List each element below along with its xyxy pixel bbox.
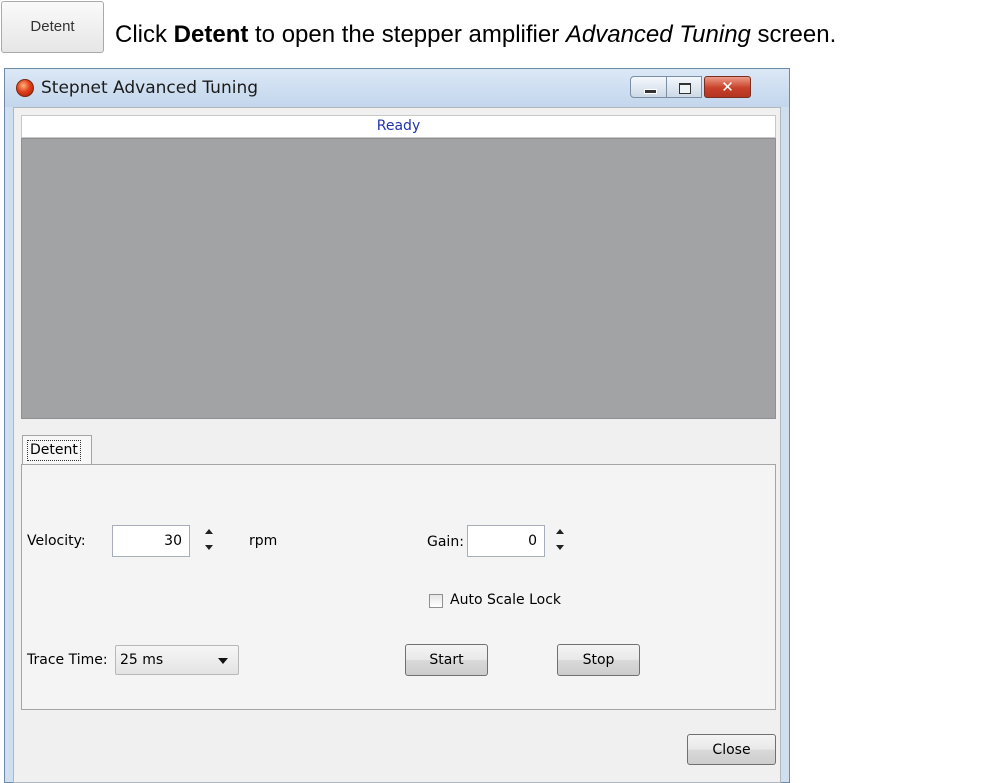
spin-down-icon[interactable] [205,545,213,550]
tab-detent-label: Detent [27,440,81,461]
detent-button-image: Detent [1,1,104,53]
spin-down-icon[interactable] [556,545,564,550]
velocity-input[interactable]: 30 [112,525,190,557]
close-window-button[interactable]: ✕ [704,76,751,98]
trace-time-selected: 25 ms [120,652,164,668]
instruction-prefix: Click [115,21,174,48]
instruction-italic-phrase: Advanced Tuning [565,21,751,48]
maximize-button[interactable] [666,76,702,98]
instruction-suffix: screen. [750,21,837,48]
advanced-tuning-window: Stepnet Advanced Tuning ✕ Ready Detent V… [4,68,790,783]
start-button[interactable]: Start [405,644,488,676]
scope-plot-area [21,138,776,419]
close-button[interactable]: Close [687,734,776,765]
gain-spinner[interactable] [553,523,569,557]
velocity-spinner[interactable] [202,523,218,557]
trace-time-dropdown[interactable]: 25 ms [115,645,239,675]
gain-label: Gain: [427,534,464,550]
spin-up-icon[interactable] [556,529,564,534]
minimize-icon [644,89,657,94]
window-client-area: Ready Detent Velocity: 30 rpm Gain: 0 Au… [13,107,781,783]
dropdown-caret-icon [218,658,228,664]
auto-scale-lock-checkbox[interactable] [429,594,443,608]
app-icon [16,79,34,97]
stop-button[interactable]: Stop [557,644,640,676]
instruction-middle: to open the stepper amplifier [248,21,566,48]
maximize-icon [679,83,691,94]
instruction-bold-word: Detent [173,21,249,48]
status-text: Ready [21,115,776,138]
close-icon: ✕ [721,78,734,96]
spin-up-icon[interactable] [205,529,213,534]
tab-detent[interactable]: Detent [22,435,92,464]
trace-time-label: Trace Time: [27,652,108,668]
auto-scale-lock-label: Auto Scale Lock [450,592,561,608]
window-title: Stepnet Advanced Tuning [41,78,259,98]
minimize-button[interactable] [630,76,667,98]
instruction-text: Click Detent to open the stepper amplifi… [115,22,836,48]
velocity-unit: rpm [249,533,278,549]
gain-input[interactable]: 0 [467,525,545,557]
velocity-label: Velocity: [27,533,86,549]
title-bar[interactable]: Stepnet Advanced Tuning ✕ [5,69,789,107]
detent-tab-panel: Velocity: 30 rpm Gain: 0 Auto Scale Lock… [21,464,776,710]
